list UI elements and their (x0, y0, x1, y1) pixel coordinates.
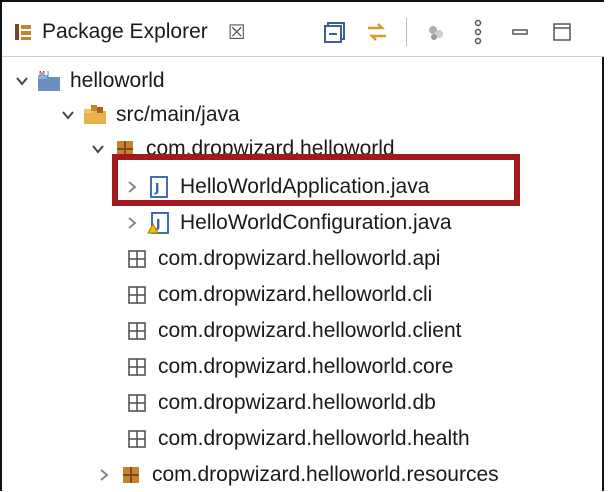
tree-item-package[interactable]: com.dropwizard.helloworld.resources (94, 458, 499, 492)
tree-item-label: com.dropwizard.helloworld.api (158, 247, 441, 270)
empty-package-icon (124, 355, 150, 379)
view-header: Package Explorer ☒ (2, 2, 604, 57)
tree-item-empty-package[interactable]: com.dropwizard.helloworld.core (124, 350, 453, 384)
tree-item-label: com.dropwizard.helloworld.cli (158, 283, 433, 306)
tree-item-empty-package[interactable]: com.dropwizard.helloworld.db (124, 386, 436, 420)
empty-package-icon (124, 283, 150, 307)
chevron-down-icon[interactable] (12, 71, 32, 91)
filter-icon[interactable] (421, 17, 451, 47)
tree-item-empty-package[interactable]: com.dropwizard.helloworld.api (124, 242, 440, 276)
empty-package-icon (124, 319, 150, 343)
chevron-right-icon[interactable] (94, 465, 114, 485)
tab-title: Package Explorer (42, 20, 208, 43)
maximize-icon[interactable] (547, 17, 577, 47)
link-with-editor-icon[interactable] (362, 17, 392, 47)
toolbar-separator (406, 18, 407, 46)
package-icon (118, 463, 144, 487)
chevron-down-icon[interactable] (58, 105, 78, 125)
tree-item-source-folder[interactable]: src/main/java (58, 98, 240, 132)
empty-package-icon (124, 247, 150, 271)
tree-item-label: com.dropwizard.helloworld.core (158, 355, 454, 378)
tree-item-label: HelloWorldConfiguration.java (180, 211, 452, 234)
svg-text:M: M (39, 70, 45, 78)
maven-project-icon: M J (36, 69, 62, 93)
empty-package-icon (124, 391, 150, 415)
tree-item-label: com.dropwizard.helloworld.client (158, 319, 462, 342)
svg-text:J: J (46, 70, 49, 78)
tree-item-empty-package[interactable]: com.dropwizard.helloworld.client (124, 314, 461, 348)
source-folder-icon (82, 103, 108, 127)
highlight-box (112, 154, 520, 206)
tree-item-label: src/main/java (116, 103, 240, 126)
close-icon[interactable]: ☒ (228, 20, 246, 45)
package-explorer-icon (12, 21, 34, 43)
java-file-warning-icon: J (146, 211, 172, 235)
empty-package-icon (124, 427, 150, 451)
tree-item-project[interactable]: M J helloworld (12, 64, 165, 98)
tab-package-explorer[interactable]: Package Explorer ☒ (12, 12, 246, 52)
collapse-all-icon[interactable] (320, 17, 350, 47)
tree-item-label: com.dropwizard.helloworld.health (158, 427, 470, 450)
view-menu-icon[interactable] (463, 17, 493, 47)
view-toolbar (320, 12, 577, 52)
tree-item-empty-package[interactable]: com.dropwizard.helloworld.health (124, 422, 470, 456)
minimize-icon[interactable] (505, 17, 535, 47)
tree-item-label: com.dropwizard.helloworld.resources (152, 463, 499, 486)
chevron-right-icon[interactable] (122, 213, 142, 233)
tree-item-label: com.dropwizard.helloworld.db (158, 391, 436, 414)
tree-item-java-file[interactable]: J HelloWorldConfiguration.java (122, 206, 452, 240)
tree-item-empty-package[interactable]: com.dropwizard.helloworld.cli (124, 278, 432, 312)
tree-item-label: helloworld (70, 69, 165, 92)
